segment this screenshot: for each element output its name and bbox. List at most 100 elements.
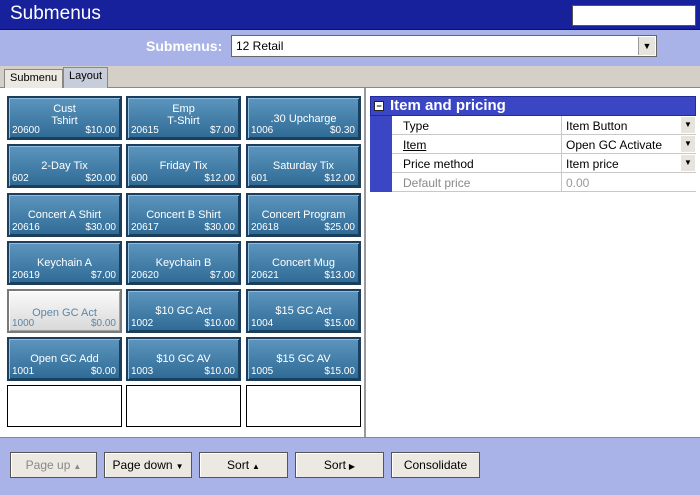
empty-button-slot[interactable] [246, 385, 361, 427]
section-title: Item and pricing [390, 97, 506, 114]
property-value-cell[interactable]: Item price ▼ [561, 154, 696, 173]
button-price: $0.00 [90, 366, 116, 377]
button-price: $12.00 [204, 173, 235, 184]
button-number: 600 [131, 173, 148, 184]
consolidate-label: Consolidate [403, 458, 468, 472]
button-name: Open GC Add [30, 353, 99, 365]
button-price: $20.00 [85, 173, 116, 184]
property-value-cell[interactable]: Item Button ▼ [561, 116, 696, 135]
tab-submenu[interactable]: Submenu [4, 69, 64, 88]
button-name: $15 GC AV [276, 353, 331, 365]
button-price: $0.30 [329, 125, 355, 136]
button-number: 1002 [131, 318, 154, 329]
button-price: $10.00 [204, 318, 235, 329]
menu-button-concert-mug[interactable]: Concert Mug 20621 $13.00 [246, 241, 361, 285]
triangle-up-icon: ▲ [252, 462, 260, 471]
layout-content: Cust Tshirt 20600 $10.00 Emp T-Shirt 206… [0, 88, 700, 437]
button-number: 1005 [251, 366, 274, 377]
sort-up-label: Sort [227, 458, 250, 472]
menu-button-emp-tshirt[interactable]: Emp T-Shirt 20615 $7.00 [126, 96, 241, 140]
menu-button-cust-tshirt[interactable]: Cust Tshirt 20600 $10.00 [7, 96, 122, 140]
sort-right-button[interactable]: Sort ▶ [295, 452, 384, 478]
menu-button-15-gc-act[interactable]: $15 GC Act 1004 $15.00 [246, 289, 361, 333]
button-price: $7.00 [209, 125, 235, 136]
chevron-down-icon[interactable]: ▼ [638, 37, 655, 55]
submenu-select[interactable]: 12 Retail ▼ [231, 35, 657, 57]
menu-button-open-gc-add[interactable]: Open GC Add 1001 $0.00 [7, 337, 122, 381]
property-row-item[interactable]: Item Open GC Activate ▼ [370, 135, 696, 154]
button-number: 20615 [131, 125, 159, 136]
page-up-button[interactable]: Page up ▲ [10, 452, 97, 478]
property-key[interactable]: Item [403, 138, 426, 152]
menu-button-2-day-tix[interactable]: 2-Day Tix 602 $20.00 [7, 144, 122, 188]
button-name: Concert Mug [272, 257, 335, 269]
menu-button-upcharge[interactable]: .30 Upcharge 1006 $0.30 [246, 96, 361, 140]
submenu-select-value: 12 Retail [236, 39, 284, 53]
button-name: Concert Program [261, 209, 346, 221]
button-price: $30.00 [85, 222, 116, 233]
menu-button-10-gc-act[interactable]: $10 GC Act 1002 $10.00 [126, 289, 241, 333]
button-number: 602 [12, 173, 29, 184]
menu-button-friday-tix[interactable]: Friday Tix 600 $12.00 [126, 144, 241, 188]
button-number: 1001 [12, 366, 35, 377]
section-header-item-and-pricing[interactable]: − Item and pricing [370, 96, 696, 116]
consolidate-button[interactable]: Consolidate [391, 452, 480, 478]
property-row-price-method[interactable]: Price method Item price ▼ [370, 154, 696, 173]
button-name: Emp T-Shirt [167, 103, 200, 127]
page-up-label: Page up [25, 458, 71, 472]
button-name: .30 Upcharge [270, 113, 337, 125]
button-name: Keychain B [155, 257, 212, 269]
button-price: $13.00 [324, 270, 355, 281]
button-number: 1004 [251, 318, 274, 329]
tab-bar: Submenu Layout [0, 66, 700, 88]
button-name: Saturday Tix [272, 160, 335, 172]
button-number: 1000 [12, 318, 35, 329]
button-number: 20619 [12, 270, 40, 281]
button-number: 20617 [131, 222, 159, 233]
menu-button-concert-program[interactable]: Concert Program 20618 $25.00 [246, 193, 361, 237]
empty-button-slot[interactable] [126, 385, 241, 427]
button-number: 20600 [12, 125, 40, 136]
menu-button-concert-b-shirt[interactable]: Concert B Shirt 20617 $30.00 [126, 193, 241, 237]
button-name: Keychain A [36, 257, 93, 269]
empty-button-slot[interactable] [7, 385, 122, 427]
button-price: $7.00 [209, 270, 235, 281]
property-value-cell[interactable]: Open GC Activate ▼ [561, 135, 696, 154]
button-number: 20620 [131, 270, 159, 281]
property-value: 0.00 [566, 176, 590, 190]
minus-box-icon[interactable]: − [374, 101, 384, 111]
search-input[interactable] [572, 5, 696, 26]
property-row-type[interactable]: Type Item Button ▼ [370, 116, 696, 135]
button-price: $12.00 [324, 173, 355, 184]
button-price: $10.00 [85, 125, 116, 136]
button-grid: Cust Tshirt 20600 $10.00 Emp T-Shirt 206… [0, 88, 366, 437]
button-price: $15.00 [324, 366, 355, 377]
submenu-label: Submenus: [146, 38, 223, 54]
footer-toolbar: Page up ▲ Page down ▼ Sort ▲ Sort ▶ Consolid… [0, 437, 700, 495]
window-title: Submenus [10, 3, 101, 24]
menu-button-keychain-a[interactable]: Keychain A 20619 $7.00 [7, 241, 122, 285]
chevron-down-icon[interactable]: ▼ [681, 117, 695, 133]
property-value-cell: 0.00 [561, 173, 696, 192]
chevron-down-icon[interactable]: ▼ [681, 136, 695, 152]
menu-button-10-gc-av[interactable]: $10 GC AV 1003 $10.00 [126, 337, 241, 381]
menu-button-15-gc-av[interactable]: $15 GC AV 1005 $15.00 [246, 337, 361, 381]
button-number: 20616 [12, 222, 40, 233]
button-price: $0.00 [90, 318, 116, 329]
menu-button-saturday-tix[interactable]: Saturday Tix 601 $12.00 [246, 144, 361, 188]
button-name: Concert B Shirt [146, 209, 221, 221]
menu-button-open-gc-act[interactable]: Open GC Act 1000 $0.00 [7, 289, 122, 333]
property-row-default-price: Default price 0.00 [370, 173, 696, 192]
button-price: $30.00 [204, 222, 235, 233]
button-price: $10.00 [204, 366, 235, 377]
button-price: $7.00 [90, 270, 116, 281]
page-down-button[interactable]: Page down ▼ [104, 452, 192, 478]
menu-button-concert-a-shirt[interactable]: Concert A Shirt 20616 $30.00 [7, 193, 122, 237]
button-name: $15 GC Act [275, 305, 332, 317]
menu-button-keychain-b[interactable]: Keychain B 20620 $7.00 [126, 241, 241, 285]
tab-layout[interactable]: Layout [63, 67, 109, 88]
chevron-down-icon[interactable]: ▼ [681, 155, 695, 171]
button-number: 20621 [251, 270, 279, 281]
sort-up-button[interactable]: Sort ▲ [199, 452, 288, 478]
button-number: 601 [251, 173, 268, 184]
